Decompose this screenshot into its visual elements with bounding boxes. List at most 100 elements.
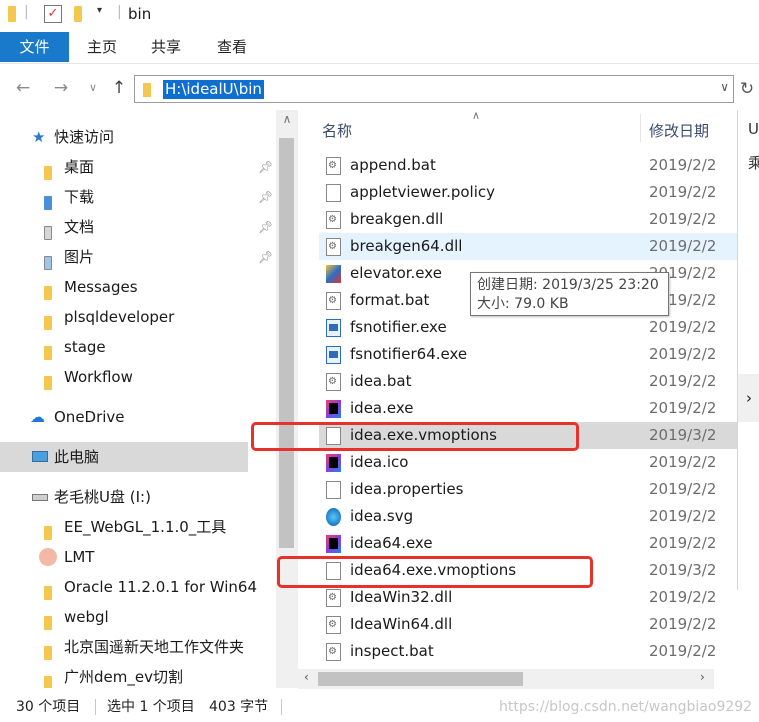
window-title: bin (128, 5, 152, 23)
file-row[interactable]: idea.exe 2019/2/2 (319, 395, 737, 422)
app-icon (326, 346, 341, 364)
nav-item-pictures[interactable]: 图片 📌︎ (0, 242, 273, 272)
partial-column-text: U (748, 120, 759, 138)
file-row[interactable]: fsnotifier.exe 2019/2/2 (319, 314, 737, 341)
nav-item-ee-webgl[interactable]: EE_WebGL_1.1.0_工具 (0, 512, 248, 542)
file-row[interactable]: fsnotifier64.exe 2019/2/2 (319, 341, 737, 368)
file-date: 2019/2/2 (649, 399, 717, 417)
nav-item-oracle[interactable]: Oracle 11.2.0.1 for Win64 (0, 572, 257, 602)
nav-item-beijing[interactable]: 北京国遥新天地工作文件夹 (0, 632, 248, 662)
nav-quick-access[interactable]: ★ 快速访问 (0, 122, 248, 152)
nav-item-lmt[interactable]: LMT (0, 542, 248, 572)
nav-item-desktop[interactable]: 桌面 📌︎ (0, 152, 273, 182)
tab-file[interactable]: 文件 (0, 32, 69, 62)
nav-label: Messages (64, 278, 138, 296)
folder-icon (44, 670, 52, 688)
nav-item-downloads[interactable]: 下载 📌︎ (0, 182, 273, 212)
file-name: idea.ico (350, 453, 409, 471)
file-name: elevator.exe (350, 264, 442, 282)
up-arrow-icon[interactable]: ↑ (108, 76, 130, 100)
app-icon (326, 319, 341, 337)
new-folder-icon[interactable] (74, 6, 82, 26)
nav-label: OneDrive (54, 408, 125, 426)
file-row[interactable]: breakgen.dll 2019/2/2 (319, 206, 737, 233)
scroll-right-icon[interactable]: › (700, 670, 705, 684)
tab-view[interactable]: 查看 (204, 32, 260, 62)
back-arrow-icon[interactable]: ← (12, 76, 34, 100)
column-name-header[interactable]: 名称 (322, 120, 352, 141)
details-pane-partial: U 乘 › (737, 110, 759, 590)
file-date: 2019/2/2 (649, 588, 717, 606)
properties-checkbox-icon[interactable]: ✓ (44, 5, 62, 23)
file-row[interactable]: idea.ico 2019/2/2 (319, 449, 737, 476)
file-row[interactable]: idea.bat 2019/2/2 (319, 368, 737, 395)
horizontal-scrollbar[interactable]: ‹ › (298, 669, 714, 689)
nav-label: 此电脑 (54, 448, 100, 466)
forward-arrow-icon[interactable]: → (50, 76, 72, 100)
nav-label: plsqldeveloper (64, 308, 175, 326)
quick-access-dropdown-icon[interactable]: ▾ (97, 5, 102, 25)
address-path[interactable]: H:\idealU\bin (163, 80, 264, 99)
file-row[interactable]: IdeaWin32.dll 2019/2/2 (319, 584, 737, 611)
nav-scrollbar[interactable]: ∧ (276, 110, 298, 688)
nav-label: 老毛桃U盘 (I:) (54, 488, 151, 506)
cloud-icon: ☁ (30, 408, 45, 426)
file-row[interactable]: idea64.exe 2019/2/2 (319, 530, 737, 557)
file-name: idea.bat (350, 372, 412, 390)
nav-label: 图片 (64, 248, 95, 266)
address-bar[interactable]: H:\idealU\bin ∨ (134, 75, 734, 103)
nav-item-documents[interactable]: 文档 📌︎ (0, 212, 273, 242)
partial-cell-text: 乘 (748, 154, 759, 172)
file-name: append.bat (350, 156, 436, 174)
scrollbar-thumb[interactable] (318, 672, 523, 686)
separator (281, 699, 282, 715)
tab-home[interactable]: 主页 (74, 32, 130, 62)
nav-item-messages[interactable]: Messages (0, 272, 248, 302)
file-row[interactable]: appletviewer.policy 2019/2/2 (319, 179, 737, 206)
file-row[interactable]: breakgen64.dll 2019/2/2 (319, 233, 737, 260)
refresh-icon[interactable]: ↻ (736, 78, 758, 100)
computer-icon (32, 451, 48, 462)
ribbon-tabs: 文件 主页 共享 查看 (0, 32, 759, 64)
file-row[interactable]: IdeaWin64.dll 2019/2/2 (319, 611, 737, 638)
nav-drive[interactable]: 老毛桃U盘 (I:) (0, 482, 248, 512)
column-date-header[interactable]: 修改日期 (649, 120, 709, 141)
chevron-right-icon[interactable]: › (738, 374, 759, 422)
file-date: 2019/2/2 (649, 156, 717, 174)
file-name: breakgen64.dll (350, 237, 463, 255)
scroll-up-icon[interactable]: ∧ (276, 112, 298, 126)
nav-item-webgl[interactable]: webgl (0, 602, 248, 632)
tab-share[interactable]: 共享 (138, 32, 194, 62)
file-date: 2019/3/2 (649, 561, 717, 579)
file-list: 名称 ∧ 修改日期 append.bat 2019/2/2 appletviewer… (305, 110, 737, 680)
nav-item-stage[interactable]: stage (0, 332, 248, 362)
nav-label: 快速访问 (54, 128, 115, 146)
nav-item-guangzhou[interactable]: 广州dem_ev切割 (0, 662, 248, 688)
scroll-left-icon[interactable]: ‹ (304, 670, 309, 684)
separator (95, 699, 96, 715)
file-row[interactable]: inspect.bat 2019/2/2 (319, 638, 737, 665)
nav-item-plsqldeveloper[interactable]: plsqldeveloper (0, 302, 248, 332)
chevron-down-icon[interactable]: ∨ (720, 80, 729, 94)
nav-onedrive[interactable]: ☁ OneDrive (0, 402, 248, 432)
scrollbar-thumb[interactable] (279, 138, 294, 548)
sort-ascending-icon: ∧ (472, 110, 481, 122)
nav-this-pc[interactable]: 此电脑 (0, 442, 248, 472)
file-row[interactable]: idea.properties 2019/2/2 (319, 476, 737, 503)
file-row[interactable]: append.bat 2019/2/2 (319, 152, 737, 179)
file-row[interactable]: idea.svg 2019/2/2 (319, 503, 737, 530)
edge-icon (326, 508, 341, 526)
file-date: 2019/2/2 (649, 453, 717, 471)
nav-item-workflow[interactable]: Workflow (0, 362, 248, 392)
file-date: 2019/2/2 (649, 237, 717, 255)
column-divider[interactable] (640, 114, 641, 142)
pin-icon: 📌︎ (258, 220, 274, 234)
selected-count: 选中 1 个项目 (107, 699, 195, 715)
elevator-icon (326, 265, 341, 283)
tooltip-created: 创建日期: 2019/3/25 23:20 (477, 277, 659, 293)
item-count: 30 个项目 (16, 699, 81, 715)
intellij-icon (326, 535, 341, 553)
title-bar: | ✓ ▾ | bin (0, 0, 759, 32)
status-bar: 30 个项目 选中 1 个项目 403 字节 https://blog.csdn… (0, 692, 759, 722)
recent-locations-chevron-icon[interactable]: ∨ (82, 76, 104, 100)
